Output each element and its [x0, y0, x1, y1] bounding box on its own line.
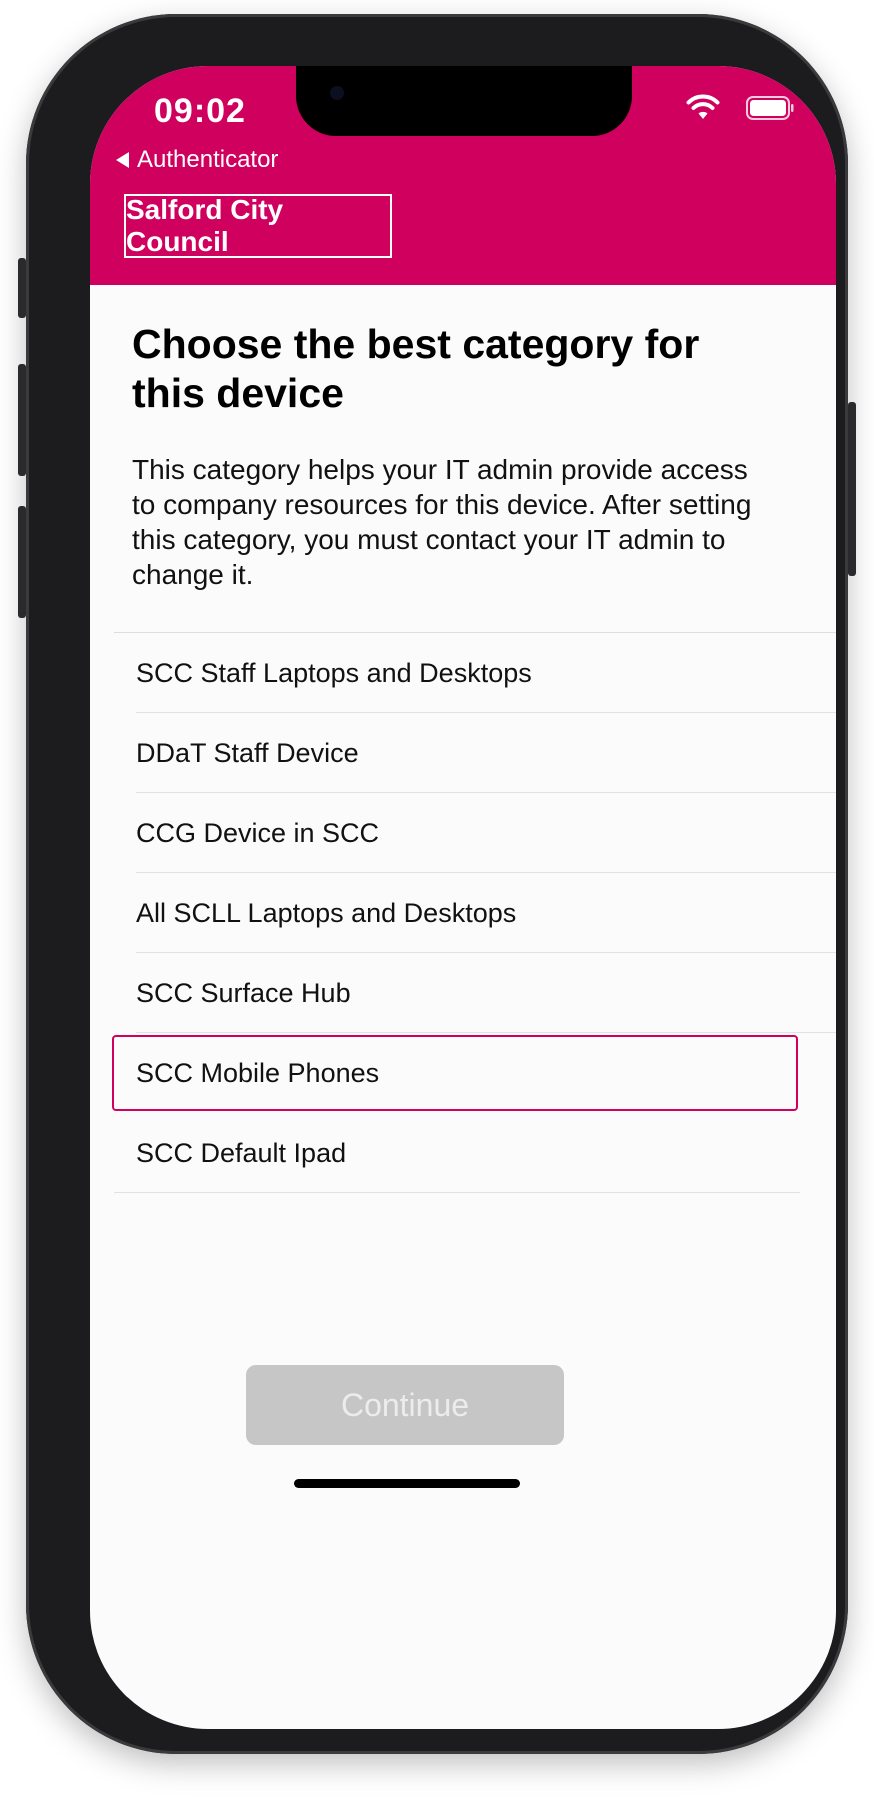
- back-link-label: Authenticator: [137, 146, 279, 173]
- category-option[interactable]: SCC Default Ipad: [114, 1113, 836, 1193]
- category-option[interactable]: All SCLL Laptops and Desktops: [114, 873, 836, 953]
- category-option-label: DDaT Staff Device: [136, 737, 359, 768]
- app-header: 09:02 Authenticator Salford City Council: [90, 66, 836, 285]
- power-button: [848, 402, 856, 576]
- status-time: 09:02: [154, 92, 246, 130]
- category-option[interactable]: CCG Device in SCC: [114, 793, 836, 873]
- brand-logo: Salford City Council: [124, 194, 392, 258]
- category-option-label: All SCLL Laptops and Desktops: [136, 897, 517, 928]
- action-button: [18, 258, 26, 318]
- device-mockup: 09:02 Authenticator Salford City Council: [0, 0, 874, 1800]
- phone-frame: 09:02 Authenticator Salford City Council: [18, 14, 856, 1754]
- category-option-label: SCC Default Ipad: [136, 1137, 347, 1168]
- camera-icon: [330, 86, 344, 100]
- volume-up-button: [18, 364, 26, 476]
- page-description: This category helps your IT admin provid…: [132, 454, 752, 590]
- category-option-label: SCC Staff Laptops and Desktops: [136, 657, 532, 688]
- continue-button[interactable]: Continue: [246, 1365, 564, 1445]
- volume-down-button: [18, 506, 26, 618]
- category-option[interactable]: DDaT Staff Device: [114, 713, 836, 793]
- page-title: Choose the best category for this device: [132, 321, 700, 416]
- back-arrow-icon: [116, 152, 129, 168]
- home-indicator: [294, 1479, 520, 1488]
- category-option-label: CCG Device in SCC: [136, 817, 380, 848]
- category-option[interactable]: SCC Surface Hub: [114, 953, 836, 1033]
- category-option[interactable]: SCC Staff Laptops and Desktops: [114, 633, 836, 713]
- app-screen: 09:02 Authenticator Salford City Council: [90, 66, 836, 1729]
- category-option-label: SCC Mobile Phones: [136, 1057, 380, 1088]
- category-option-selected[interactable]: SCC Mobile Phones: [112, 1035, 798, 1111]
- wifi-icon: [686, 94, 720, 119]
- category-list: SCC Staff Laptops and Desktops DDaT Staf…: [112, 632, 836, 1193]
- notch: [296, 66, 632, 136]
- category-option-label: SCC Surface Hub: [136, 977, 351, 1008]
- battery-icon: [746, 96, 794, 120]
- back-to-authenticator-link[interactable]: Authenticator: [116, 146, 278, 174]
